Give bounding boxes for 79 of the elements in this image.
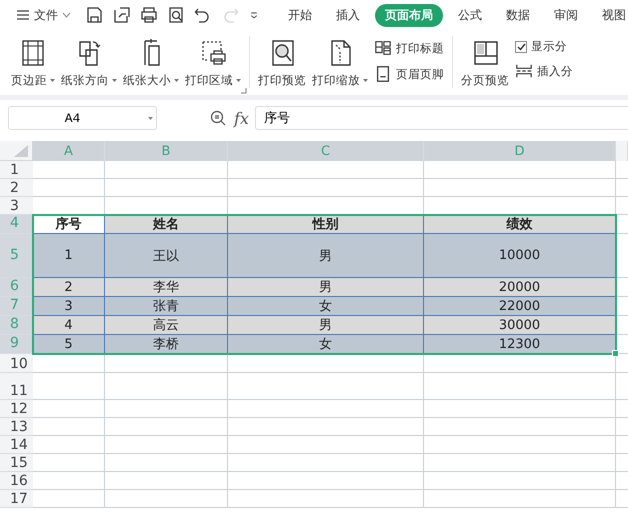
menu-icon — [16, 9, 30, 21]
table-cell: 女 — [228, 297, 424, 316]
ribbon-button[interactable]: 打印标题 — [373, 38, 445, 58]
export-icon[interactable] — [112, 5, 132, 25]
table-cell — [33, 490, 105, 508]
table-cell: 30000 — [424, 316, 616, 335]
file-menu[interactable]: 文件 — [14, 4, 73, 26]
row-header[interactable]: 10 — [0, 354, 33, 373]
ribbon-tab[interactable]: 数据 — [497, 4, 539, 26]
chevron-icon — [62, 12, 71, 18]
table-cell: 男 — [228, 234, 424, 278]
ribbon-button[interactable]: 打印缩放 — [309, 36, 371, 90]
zoom-icon[interactable] — [210, 110, 226, 126]
table-cell: 10000 — [424, 234, 616, 278]
row-header[interactable]: 14 — [0, 436, 33, 454]
table-cell: 20000 — [424, 278, 616, 297]
table-cell: 2 — [33, 278, 105, 297]
caret-icon[interactable] — [148, 117, 153, 120]
launcher-icon[interactable] — [241, 88, 247, 94]
ribbon-button[interactable]: 分页预览 — [458, 36, 512, 90]
table-cell: 男 — [228, 278, 424, 297]
page-break-icon — [515, 62, 533, 80]
ribbon-button[interactable]: 页眉页脚 — [373, 64, 445, 84]
row-header[interactable]: 12 — [0, 400, 33, 418]
table-cell: 性别 — [228, 215, 424, 234]
table-cell: 3 — [33, 297, 105, 316]
ribbon-tab[interactable]: 审阅 — [545, 4, 587, 26]
print-icon[interactable] — [139, 5, 159, 25]
table-cell — [33, 472, 105, 490]
ribbon-button[interactable]: 插入分 — [514, 61, 574, 81]
header-strip — [616, 141, 628, 161]
table-cell: 高云 — [105, 316, 228, 335]
table-cell: 姓名 — [105, 215, 228, 234]
table-cell: 5 — [33, 335, 105, 354]
fill-handle[interactable] — [612, 350, 619, 357]
checkbox-option[interactable]: 显示分 — [514, 38, 574, 55]
table-cell — [33, 454, 105, 472]
table-cell: 序号 — [33, 215, 105, 234]
row-header[interactable]: 2 — [0, 179, 33, 197]
table-cell: 王以 — [105, 234, 228, 278]
ribbon-button[interactable]: 页边距 — [8, 36, 58, 90]
row-header[interactable]: 16 — [0, 472, 33, 490]
table-cell — [33, 418, 105, 436]
table-cell: 1 — [33, 234, 105, 278]
table-cell — [33, 436, 105, 454]
table-cell: 李桥 — [105, 335, 228, 354]
table-cell: 12300 — [424, 335, 616, 354]
formula-field[interactable]: 序号 — [254, 106, 628, 130]
page-header-icon — [374, 65, 392, 83]
table-cell: 4 — [33, 316, 105, 335]
ribbon-tab[interactable]: 插入 — [327, 4, 369, 26]
row-header[interactable]: 15 — [0, 454, 33, 472]
name-box[interactable]: A4 — [8, 106, 157, 130]
table-cell — [33, 161, 105, 179]
table-cell: 张青 — [105, 297, 228, 316]
row-header[interactable]: 3 — [0, 197, 33, 215]
table-cell: 李华 — [105, 278, 228, 297]
checkbox[interactable] — [515, 40, 527, 52]
table-cell: 女 — [228, 335, 424, 354]
table-cell: 绩效 — [424, 215, 616, 234]
table-cell — [33, 354, 105, 373]
print-titles-icon — [374, 39, 392, 57]
table-cell — [33, 373, 105, 400]
row-header[interactable]: 11 — [0, 373, 33, 400]
ribbon-tab[interactable]: 视图 — [593, 4, 628, 26]
ribbon-button[interactable]: 打印区域 — [182, 36, 244, 90]
ribbon-tab[interactable]: 公式 — [449, 4, 491, 26]
function-button[interactable]: fx — [234, 108, 249, 128]
ribbon-button[interactable]: 打印预览 — [255, 36, 309, 90]
table-cell: 22000 — [424, 297, 616, 316]
ribbon-button[interactable]: 纸张方向 — [58, 36, 120, 90]
ribbon-tab[interactable]: 开始 — [279, 4, 321, 26]
row-header[interactable]: 1 — [0, 161, 33, 179]
ribbon-button[interactable]: 纸张大小 — [120, 36, 182, 90]
table-cell — [33, 400, 105, 418]
row-header[interactable]: 13 — [0, 418, 33, 436]
table-cell — [33, 179, 105, 197]
table-cell: 男 — [228, 316, 424, 335]
row-header[interactable]: 17 — [0, 490, 33, 508]
